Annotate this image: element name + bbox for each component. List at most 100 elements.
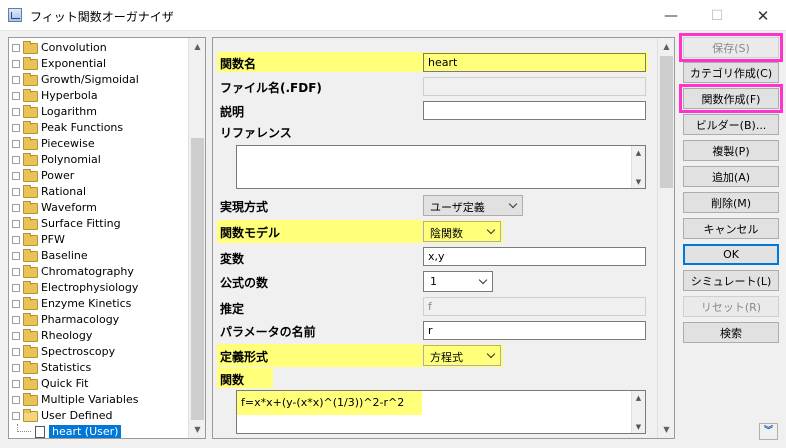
expand-toggle-icon[interactable] bbox=[12, 300, 20, 308]
expand-toggle-icon[interactable] bbox=[12, 44, 20, 52]
formula-count-select[interactable]: 1 bbox=[423, 271, 493, 292]
tree-item-folder[interactable]: Waveform bbox=[9, 200, 189, 216]
tree-item-folder[interactable]: Enzyme Kinetics bbox=[9, 296, 189, 312]
tree-item-folder[interactable]: Peak Functions bbox=[9, 120, 189, 136]
folder-icon bbox=[23, 185, 38, 198]
definition-form-select[interactable]: 方程式 bbox=[423, 345, 501, 366]
tree-item-folder[interactable]: Piecewise bbox=[9, 136, 189, 152]
expand-toggle-icon[interactable] bbox=[12, 284, 20, 292]
tree-item-folder[interactable]: Logarithm bbox=[9, 104, 189, 120]
tree-item-folder[interactable]: Exponential bbox=[9, 56, 189, 72]
expand-toggle-icon[interactable] bbox=[12, 108, 20, 116]
scroll-up-icon[interactable]: ▲ bbox=[658, 38, 674, 55]
tree-item-folder[interactable]: Polynomial bbox=[9, 152, 189, 168]
tree-item-label: Pharmacology bbox=[41, 313, 120, 326]
tree-item-file[interactable]: heart (User) bbox=[9, 424, 189, 438]
expand-toggle-icon[interactable] bbox=[12, 380, 20, 388]
expand-toggle-icon[interactable] bbox=[12, 140, 20, 148]
function-body-textarea[interactable]: f=x*x+(y-(x*x)^(1/3))^2-r^2 ▲ ▼ bbox=[236, 390, 646, 434]
tree-item-folder[interactable]: Rational bbox=[9, 184, 189, 200]
function-model-select[interactable]: 陰関数 bbox=[423, 221, 501, 242]
expand-toggle-icon[interactable] bbox=[12, 220, 20, 228]
folder-icon bbox=[23, 377, 38, 390]
tree-item-folder[interactable]: User Defined bbox=[9, 408, 189, 424]
reference-scrollbar[interactable]: ▲ ▼ bbox=[631, 146, 645, 188]
maximize-button[interactable]: ☐ bbox=[694, 0, 740, 31]
tree-item-folder[interactable]: Convolution bbox=[9, 40, 189, 56]
expand-toggle-icon[interactable] bbox=[12, 348, 20, 356]
scroll-down-icon[interactable]: ▼ bbox=[189, 421, 205, 438]
tree-item-folder[interactable]: PFW bbox=[9, 232, 189, 248]
implementation-select[interactable]: ユーザ定義 bbox=[423, 195, 523, 216]
expand-toggle-icon[interactable] bbox=[12, 236, 20, 244]
tree-item-folder[interactable]: Quick Fit bbox=[9, 376, 189, 392]
tree-item-label: Rational bbox=[41, 185, 87, 198]
tree-item-folder[interactable]: Power bbox=[9, 168, 189, 184]
add-button[interactable]: 追加(A) bbox=[683, 166, 779, 187]
form-scroll-thumb[interactable] bbox=[660, 56, 673, 188]
expand-toggle-icon[interactable] bbox=[12, 204, 20, 212]
expand-toggle-icon[interactable] bbox=[12, 396, 20, 404]
tree-scrollbar[interactable]: ▲ ▼ bbox=[188, 38, 205, 438]
expand-toggle-icon[interactable] bbox=[12, 124, 20, 132]
cancel-button[interactable]: キャンセル bbox=[683, 218, 779, 239]
scroll-up-icon[interactable]: ▲ bbox=[632, 391, 645, 404]
reset-button[interactable]: リセット(R) bbox=[683, 296, 779, 317]
expand-toggle-icon[interactable] bbox=[12, 60, 20, 68]
chevron-down-icon bbox=[478, 275, 488, 285]
scroll-up-icon[interactable]: ▲ bbox=[632, 146, 645, 159]
tree-item-label: Quick Fit bbox=[41, 377, 89, 390]
tree-item-folder[interactable]: Hyperbola bbox=[9, 88, 189, 104]
simulate-button[interactable]: シミュレート(L) bbox=[683, 270, 779, 291]
delete-button[interactable]: 削除(M) bbox=[683, 192, 779, 213]
scroll-down-icon[interactable]: ▼ bbox=[658, 421, 674, 438]
expand-toggle-icon[interactable] bbox=[12, 268, 20, 276]
tree-item-folder[interactable]: Pharmacology bbox=[9, 312, 189, 328]
tree-item-folder[interactable]: Rheology bbox=[9, 328, 189, 344]
expand-toggle-icon[interactable] bbox=[12, 364, 20, 372]
create-category-button[interactable]: カテゴリ作成(C) bbox=[683, 62, 779, 83]
tree-item-label: Rheology bbox=[41, 329, 93, 342]
variables-input[interactable]: x,y bbox=[423, 247, 646, 266]
tree-item-folder[interactable]: Chromatography bbox=[9, 264, 189, 280]
expand-toggle-icon[interactable] bbox=[12, 188, 20, 196]
tree-item-folder[interactable]: Growth/Sigmoidal bbox=[9, 72, 189, 88]
double-chevron-down-icon[interactable]: ︾ bbox=[759, 423, 778, 440]
expand-toggle-icon[interactable] bbox=[12, 76, 20, 84]
scroll-up-icon[interactable]: ▲ bbox=[189, 38, 205, 55]
save-button[interactable]: 保存(S) bbox=[679, 33, 783, 62]
form-scrollbar[interactable]: ▲ ▼ bbox=[657, 38, 674, 438]
param-names-label: パラメータの名前 bbox=[220, 325, 316, 339]
tree-scroll-thumb[interactable] bbox=[191, 138, 204, 420]
minimize-button[interactable]: — bbox=[648, 0, 694, 31]
scroll-down-icon[interactable]: ▼ bbox=[632, 175, 645, 188]
tree-item-folder[interactable]: Baseline bbox=[9, 248, 189, 264]
expand-toggle-icon[interactable] bbox=[12, 92, 20, 100]
expand-toggle-icon[interactable] bbox=[12, 332, 20, 340]
search-button[interactable]: 検索 bbox=[683, 322, 779, 343]
function-form: 関数名 heart ファイル名(.FDF) 説明 リファレンス ▲ ▼ 実現方式… bbox=[212, 37, 675, 439]
tree-item-folder[interactable]: Statistics bbox=[9, 360, 189, 376]
tree-item-folder[interactable]: Surface Fitting bbox=[9, 216, 189, 232]
function-body-scrollbar[interactable]: ▲ ▼ bbox=[631, 391, 645, 433]
expand-toggle-icon[interactable] bbox=[12, 252, 20, 260]
scroll-down-icon[interactable]: ▼ bbox=[632, 420, 645, 433]
function-tree[interactable]: heart (User) User Defined Multiple Variabl… bbox=[8, 37, 206, 439]
expand-toggle-icon[interactable] bbox=[12, 156, 20, 164]
tree-item-label: Convolution bbox=[41, 41, 107, 54]
tree-item-folder[interactable]: Spectroscopy bbox=[9, 344, 189, 360]
close-button[interactable]: ✕ bbox=[740, 0, 786, 31]
reference-textarea[interactable]: ▲ ▼ bbox=[236, 145, 646, 189]
tree-item-folder[interactable]: Electrophysiology bbox=[9, 280, 189, 296]
tree-item-folder[interactable]: Multiple Variables bbox=[9, 392, 189, 408]
expand-toggle-icon[interactable] bbox=[12, 412, 20, 420]
builder-button[interactable]: ビルダー(B)... bbox=[683, 114, 779, 135]
param-names-input[interactable]: r bbox=[423, 321, 646, 340]
function-name-input[interactable]: heart bbox=[423, 53, 646, 72]
duplicate-button[interactable]: 複製(P) bbox=[683, 140, 779, 161]
expand-toggle-icon[interactable] bbox=[12, 172, 20, 180]
description-input[interactable] bbox=[423, 101, 646, 120]
ok-button[interactable]: OK bbox=[683, 244, 779, 265]
create-function-button[interactable]: 関数作成(F) bbox=[679, 84, 783, 113]
expand-toggle-icon[interactable] bbox=[12, 316, 20, 324]
